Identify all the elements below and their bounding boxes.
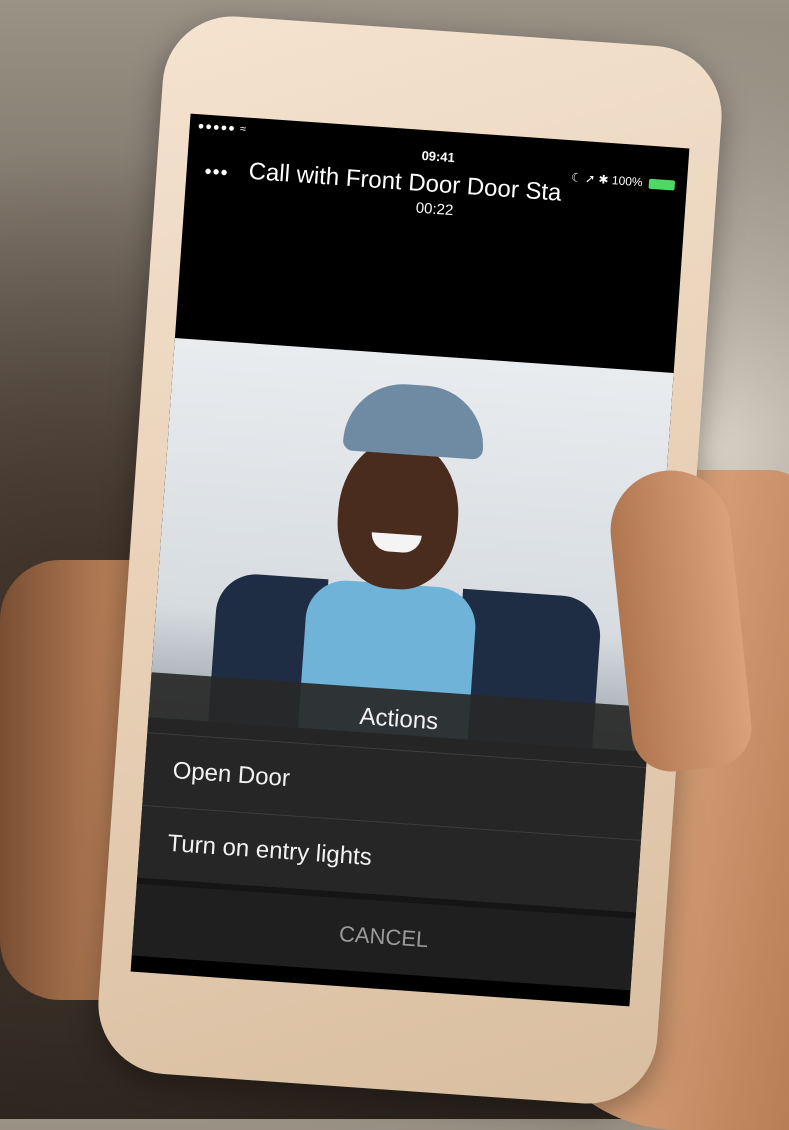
battery-icon	[648, 178, 676, 191]
person-face	[333, 435, 464, 594]
battery-percent: 100%	[611, 173, 644, 190]
status-icons: ☾ ➚ ✱	[570, 170, 610, 187]
actions-sheet: Actions Open Door Turn on entry lights C…	[131, 672, 651, 1006]
more-options-button[interactable]: •••	[204, 161, 229, 186]
person-cap	[342, 380, 488, 460]
phone-screen: ●●●●● ≈ 09:41 ☾ ➚ ✱ 100% ••• Call with F…	[130, 113, 690, 1007]
